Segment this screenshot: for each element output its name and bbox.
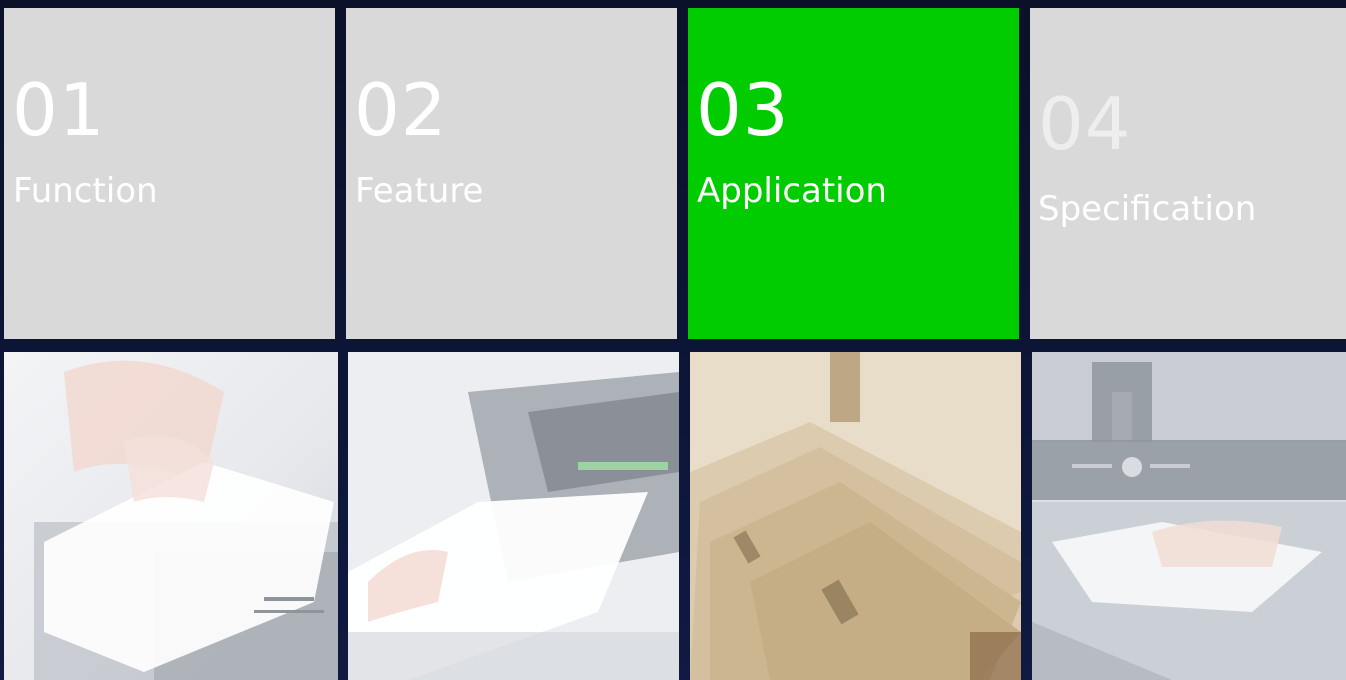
- photo-illustration: [1032, 352, 1346, 680]
- tab-number: 02: [354, 68, 448, 152]
- tab-number: 04: [1038, 82, 1132, 166]
- tab-label: Application: [697, 171, 887, 211]
- hand-inserting-paper-photo[interactable]: [4, 352, 338, 680]
- tab-function[interactable]: 01 Function: [4, 8, 335, 339]
- tab-label: Feature: [355, 171, 484, 211]
- photo-illustration: [690, 352, 1021, 680]
- document-on-scanner-photo[interactable]: [1032, 352, 1346, 680]
- photo-illustration: [348, 352, 679, 680]
- tab-application[interactable]: 03 Application: [688, 8, 1019, 339]
- tab-feature[interactable]: 02 Feature: [346, 8, 677, 339]
- stack-of-tickets-photo[interactable]: [690, 352, 1021, 680]
- paper-feeding-device-photo[interactable]: [348, 352, 679, 680]
- tab-number: 03: [696, 68, 790, 152]
- tab-specification[interactable]: 04 Specification: [1030, 8, 1346, 339]
- photo-illustration: [4, 352, 338, 680]
- tab-gallery: 01 Function 02 Feature 03 Application 04…: [0, 0, 1346, 680]
- tab-number: 01: [12, 68, 106, 152]
- tab-label: Specification: [1038, 189, 1257, 229]
- tab-label: Function: [13, 171, 158, 211]
